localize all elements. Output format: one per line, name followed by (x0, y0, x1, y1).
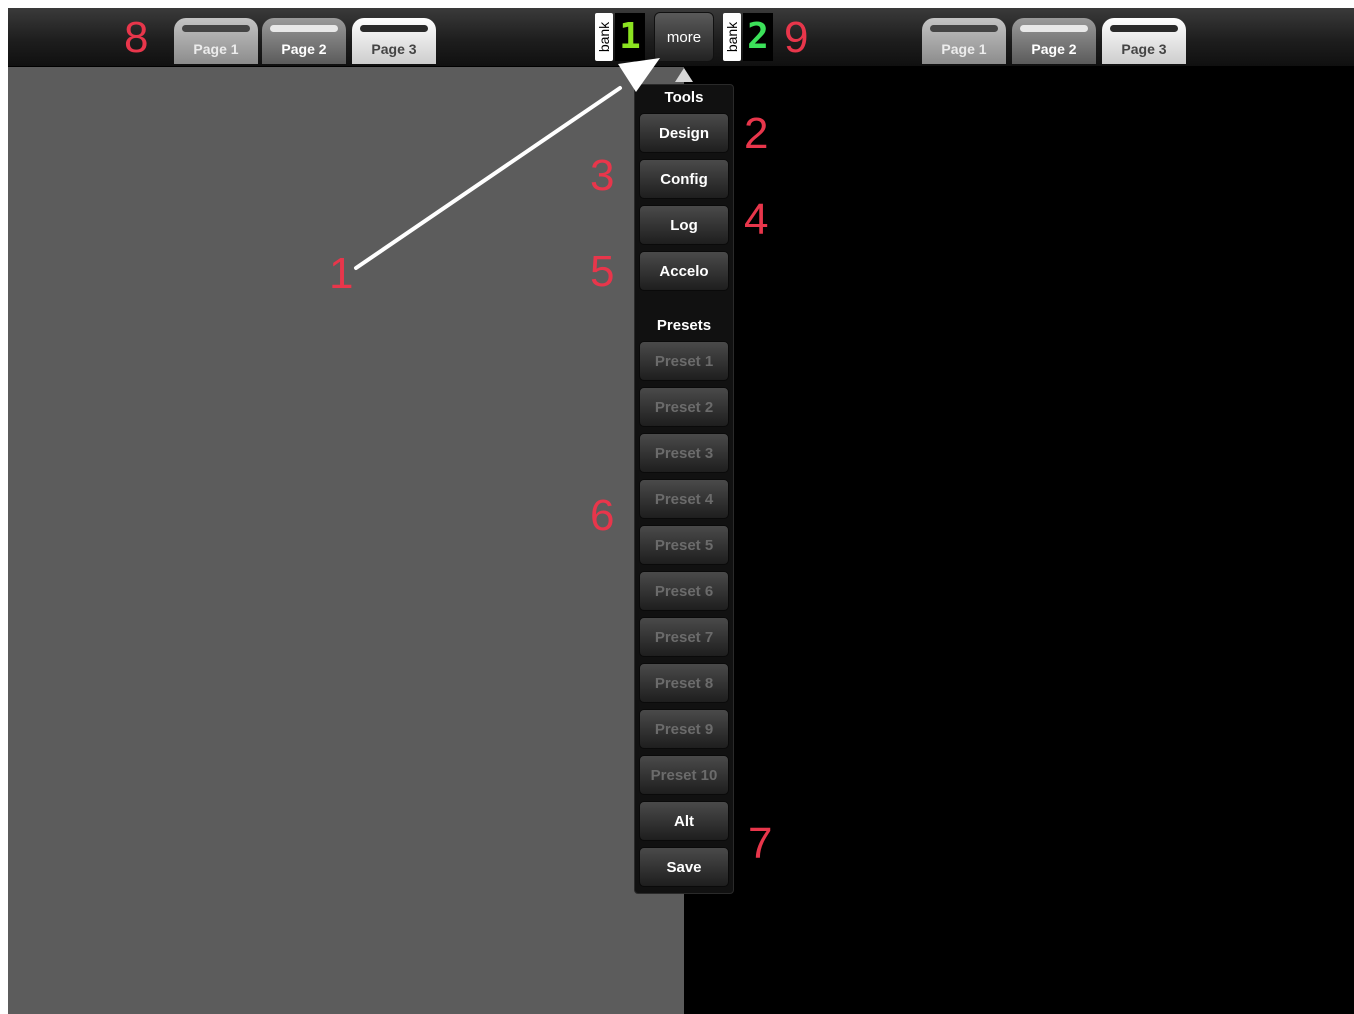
arrow-head-icon (618, 58, 660, 92)
app-window: Page 1 Page 2 Page 3 bank 1 more bank 2 … (8, 8, 1354, 1014)
callout-7: 7 (748, 819, 773, 868)
callout-4: 4 (744, 195, 769, 244)
callout-5: 5 (590, 247, 615, 296)
arrow-shaft (354, 86, 622, 270)
callout-3: 3 (590, 151, 615, 200)
callout-2: 2 (744, 109, 769, 158)
callout-8: 8 (124, 13, 149, 62)
callout-arrow (354, 58, 660, 270)
callout-6: 6 (590, 491, 615, 540)
callout-9: 9 (784, 13, 809, 62)
callout-1: 1 (329, 249, 354, 298)
